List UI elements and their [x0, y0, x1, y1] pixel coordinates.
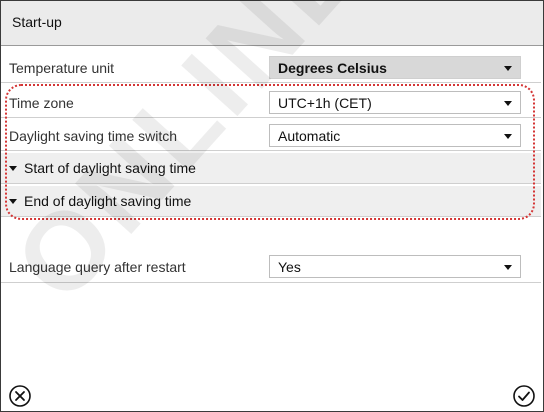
language-query-dropdown[interactable]: Yes	[269, 255, 521, 278]
chevron-down-icon	[504, 66, 512, 71]
dst-end-header: End of daylight saving time	[9, 193, 191, 209]
dst-switch-row: Daylight saving time switch Automatic	[1, 122, 541, 151]
dst-end-section[interactable]: End of daylight saving time	[1, 186, 541, 217]
expand-arrow-icon	[9, 165, 17, 171]
chevron-down-icon	[504, 265, 512, 270]
confirm-button[interactable]	[512, 384, 536, 408]
chevron-down-icon	[504, 101, 512, 106]
dst-switch-dropdown[interactable]: Automatic	[269, 124, 521, 147]
cancel-button[interactable]	[8, 384, 32, 408]
temperature-unit-dropdown[interactable]: Degrees Celsius	[269, 56, 521, 79]
dst-switch-label: Daylight saving time switch	[9, 128, 178, 144]
dst-start-section[interactable]: Start of daylight saving time	[1, 153, 541, 184]
expand-arrow-icon	[9, 198, 17, 204]
temperature-unit-row: Temperature unit Degrees Celsius	[1, 54, 541, 83]
temperature-unit-value: Degrees Celsius	[278, 60, 387, 76]
language-query-label: Language query after restart	[9, 259, 186, 275]
dst-start-header: Start of daylight saving time	[9, 160, 196, 176]
title-bar: Start-up	[1, 1, 543, 46]
dst-start-label: Start of daylight saving time	[24, 160, 196, 176]
dst-switch-value: Automatic	[278, 128, 341, 144]
time-zone-dropdown[interactable]: UTC+1h (CET)	[269, 91, 521, 114]
chevron-down-icon	[504, 134, 512, 139]
time-zone-label: Time zone	[9, 95, 74, 111]
temperature-unit-label: Temperature unit	[9, 60, 115, 76]
time-zone-row: Time zone UTC+1h (CET)	[1, 89, 541, 118]
window-title: Start-up	[12, 14, 62, 30]
time-zone-value: UTC+1h (CET)	[278, 95, 372, 111]
language-query-row: Language query after restart Yes	[1, 252, 541, 283]
dst-end-label: End of daylight saving time	[24, 193, 192, 209]
language-query-value: Yes	[278, 259, 301, 275]
